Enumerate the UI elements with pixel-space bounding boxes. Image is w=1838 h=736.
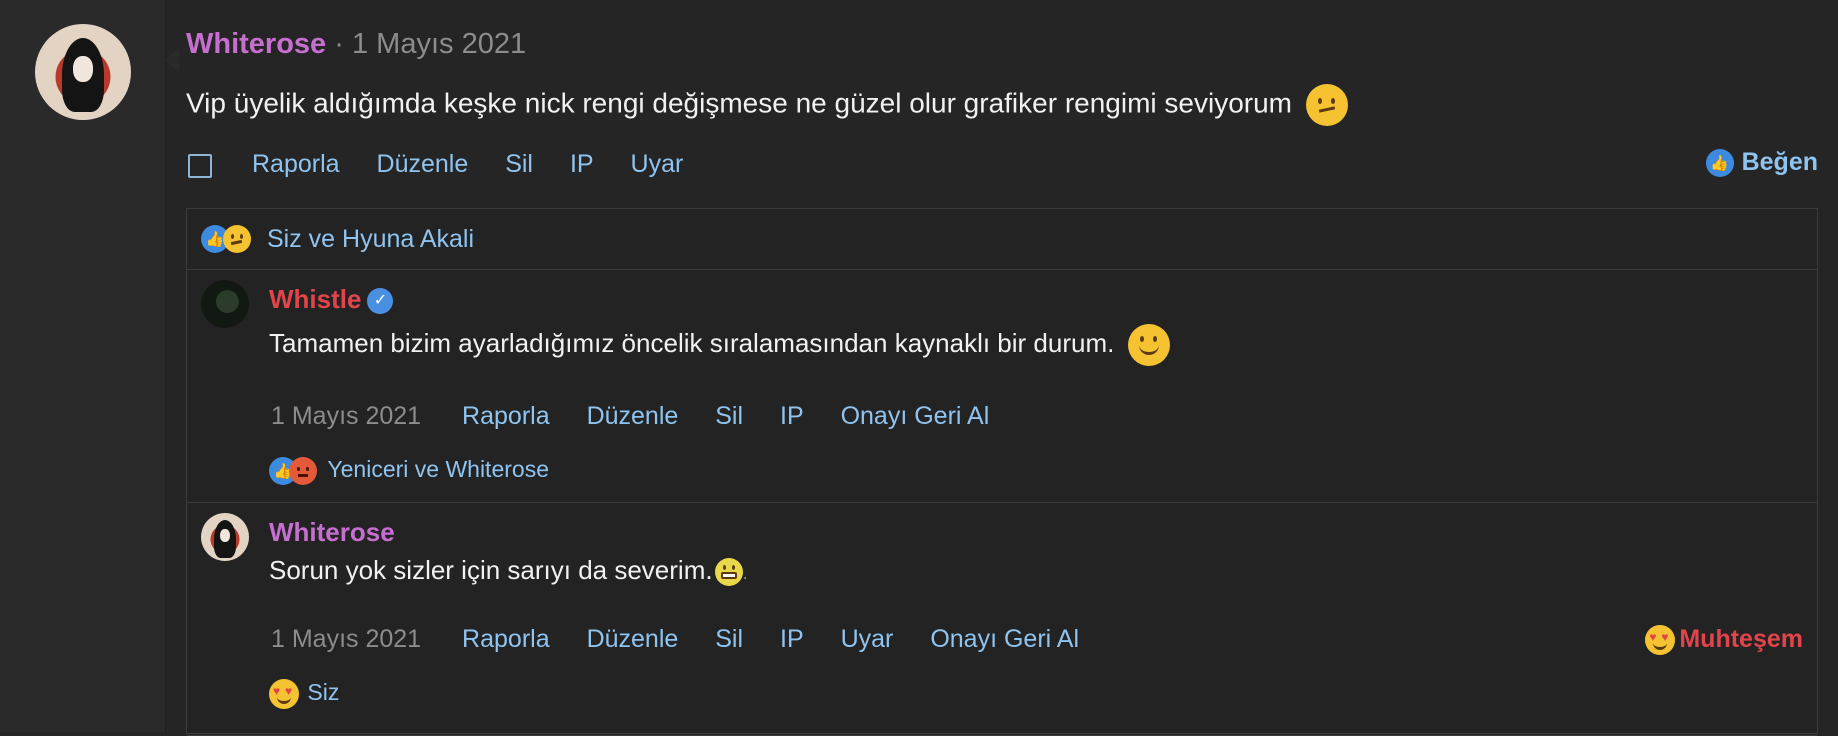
verified-badge-icon (367, 288, 394, 315)
comment-reactions-link[interactable]: Yeniceri ve Whiterose (327, 456, 549, 482)
post-text: Vip üyelik aldığımda keşke nick rengi de… (186, 87, 1292, 119)
avatar[interactable] (35, 24, 131, 120)
delete-link[interactable]: Sil (505, 150, 533, 178)
post-author[interactable]: Whiterose (186, 28, 326, 60)
select-checkbox[interactable] (188, 154, 212, 178)
reaction-summary: Siz ve Hyuna Akali (187, 209, 1817, 270)
comment-author[interactable]: Whistle (269, 284, 361, 314)
comment-date[interactable]: 1 Mayıs 2021 (271, 402, 421, 430)
post-action-bar: Raporla Düzenle Sil IP Uyar Beğen (186, 148, 1818, 184)
reaction-button[interactable]: ♥ ♥ Muhteşem (1645, 625, 1803, 656)
avatar[interactable] (201, 280, 249, 328)
report-link[interactable]: Raporla (252, 150, 340, 178)
ip-link[interactable]: IP (780, 402, 804, 430)
comment-item: Whistle Tamamen bizim ayarladığımız önce… (187, 270, 1817, 503)
ip-link[interactable]: IP (570, 150, 594, 178)
edit-link[interactable]: Düzenle (587, 402, 679, 430)
comment-item: Whiterose Sorun yok sizler için sarıyı d… (187, 503, 1817, 736)
comment-author-line: Whistle (269, 284, 394, 315)
thumbs-up-icon (1705, 149, 1734, 178)
report-link[interactable]: Raporla (462, 402, 550, 430)
like-label: Beğen (1741, 148, 1818, 176)
ip-link[interactable]: IP (780, 625, 804, 653)
reaction-summary-link[interactable]: Siz ve Hyuna Akali (267, 225, 474, 254)
comment-text-suffix: . (742, 563, 748, 583)
post-sidebar (0, 0, 166, 732)
delete-link[interactable]: Sil (715, 625, 743, 653)
post-body: Vip üyelik aldığımda keşke nick rengi de… (186, 84, 1348, 126)
heart-eyes-emoji: ♥ ♥ (1645, 625, 1676, 656)
comment-action-bar: 1 Mayıs 2021 Raporla Düzenle Sil IP Onay… (271, 402, 1019, 431)
confused-face-emoji (223, 225, 251, 253)
warn-link[interactable]: Uyar (631, 150, 684, 178)
comment-body: Sorun yok sizler için sarıyı da severim.… (269, 555, 748, 587)
confused-face-emoji (1305, 84, 1348, 126)
warn-link[interactable]: Uyar (841, 625, 894, 653)
comment-author[interactable]: Whiterose (269, 517, 395, 547)
edit-link[interactable]: Düzenle (377, 150, 469, 178)
post-date[interactable]: 1 Mayıs 2021 (352, 28, 526, 60)
comment-author-line: Whiterose (269, 517, 395, 548)
like-button[interactable]: Beğen (1705, 148, 1818, 178)
delete-link[interactable]: Sil (715, 402, 743, 430)
comment-action-bar: 1 Mayıs 2021 Raporla Düzenle Sil IP Uyar… (271, 625, 1109, 654)
speech-pointer (165, 48, 179, 72)
comment-text: Tamamen bizim ayarladığımız öncelik sıra… (269, 327, 1115, 358)
edit-link[interactable]: Düzenle (587, 625, 679, 653)
avatar[interactable] (201, 513, 249, 561)
comments-panel: Siz ve Hyuna Akali Whistle Tamamen bizim… (186, 208, 1818, 736)
comment-reactions: ♥ ♥ Siz (269, 679, 339, 709)
reaction-label: Muhteşem (1679, 625, 1803, 653)
unapprove-link[interactable]: Onayı Geri Al (930, 625, 1079, 653)
post-header: Whiterose · 1 Mayıs 2021 (186, 28, 526, 61)
comment-date[interactable]: 1 Mayıs 2021 (271, 625, 421, 653)
separator: · (334, 28, 344, 60)
grinning-face-emoji (714, 558, 743, 587)
comment-text: Sorun yok sizler için sarıyı da severim. (269, 555, 713, 585)
angry-face-emoji (289, 456, 317, 485)
report-link[interactable]: Raporla (462, 625, 550, 653)
unapprove-link[interactable]: Onayı Geri Al (841, 402, 990, 430)
heart-eyes-emoji: ♥ ♥ (269, 679, 299, 709)
smiling-face-emoji (1127, 324, 1170, 366)
comment-reactions: Yeniceri ve Whiterose (269, 456, 549, 485)
comment-body: Tamamen bizim ayarladığımız öncelik sıra… (269, 324, 1170, 366)
comment-reactions-link[interactable]: Siz (307, 679, 339, 705)
